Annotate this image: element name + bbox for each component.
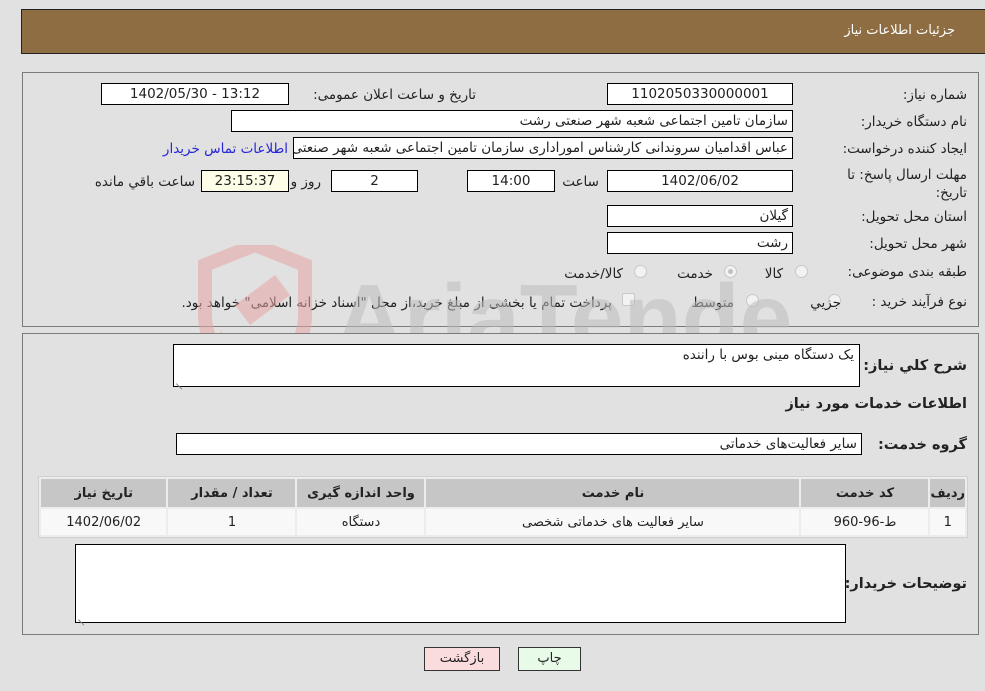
process-option-minor: جزیي [810,295,841,311]
cell-need-date: 1402/06/02 [41,509,167,535]
remaining-time-label: ساعت باقي مانده [94,174,195,190]
cell-row-number: 1 [930,509,965,535]
buyer-org-field: سازمان تامین اجتماعی شعبه شهر صنعتی رشت [231,110,793,132]
col-unit: واحد اندازه گیری [297,479,425,507]
col-need-date: تاریخ نیاز [41,479,167,507]
city-field: رشت [607,232,793,254]
description-textarea[interactable]: یک دستگاه مینی بوس با راننده [173,344,860,387]
creator-label: ایجاد کننده درخواست: [842,141,967,157]
description-text: یک دستگاه مینی بوس با راننده [682,347,854,363]
treasury-checkbox[interactable] [622,293,635,306]
buyer-org-label: نام دستگاه خریدار: [860,114,967,130]
page-header: جزئیات اطلاعات نیاز [21,9,985,54]
print-button[interactable]: چاپ [518,647,581,671]
province-field: گیلان [607,205,793,227]
days-remaining-field: 2 [331,170,418,192]
province-label: استان محل تحویل: [861,209,967,225]
cell-service-name: سایر فعالیت های خدماتی شخصی [426,509,800,535]
category-radio-goods[interactable] [795,265,808,278]
service-group-field: سایر فعالیت‌های خدماتی [176,433,862,455]
announce-datetime-field: 1402/05/30 - 13:12 [101,83,289,105]
announce-label: تاریخ و ساعت اعلان عمومی: [313,87,476,103]
cell-service-code: ط-96-960 [801,509,929,535]
category-option-goods: کالا [764,266,783,282]
buyer-notes-label: توضیحات خریدار: [844,576,967,592]
col-service-name: نام خدمت [426,479,800,507]
city-label: شهر محل تحویل: [869,236,967,252]
cell-quantity: 1 [168,509,296,535]
treasury-note: پرداخت تمام یا بخشی از مبلغ خرید،از محل … [181,295,612,311]
col-service-code: کد خدمت [801,479,929,507]
table-row: 1 ط-96-960 سایر فعالیت های خدماتی شخصی د… [41,509,965,535]
category-radio-goods-service[interactable] [634,265,647,278]
need-number-field: 1102050330000001 [607,83,793,105]
resize-grip-icon[interactable] [78,612,86,620]
services-table: ردیف کد خدمت نام خدمت واحد اندازه گیری ت… [38,476,968,538]
process-radio-medium[interactable] [746,294,759,307]
description-label: شرح کلي نیاز: [863,358,967,374]
buyer-contact-link[interactable]: اطلاعات تماس خریدار [163,141,288,157]
resize-grip-icon[interactable] [176,376,184,384]
deadline-time-field: 14:00 [467,170,555,192]
cell-unit: دستگاه [297,509,425,535]
table-header-row: ردیف کد خدمت نام خدمت واحد اندازه گیری ت… [41,479,965,507]
buyer-notes-textarea[interactable] [75,544,846,623]
deadline-label: مهلت ارسال پاسخ: تا تاریخ: [847,167,967,201]
deadline-time-label: ساعت [562,174,599,190]
back-button[interactable]: بازگشت [424,647,500,671]
category-label: طبقه بندی موضوعی: [847,264,967,280]
creator-field: عباس اقدامیان سروندانی کارشناس امورادارى… [293,137,793,159]
process-label: نوع فرآیند خرید : [871,294,967,310]
deadline-date-field: 1402/06/02 [607,170,793,192]
col-quantity: تعداد / مقدار [168,479,296,507]
col-row-number: ردیف [930,479,965,507]
process-option-medium: متوسط [691,295,734,311]
category-option-service: خدمت [677,266,713,282]
remaining-time-field: 23:15:37 [201,170,289,192]
page-title: جزئیات اطلاعات نیاز [844,23,955,38]
days-label: روز و [290,174,321,190]
service-group-label: گروه خدمت: [877,437,967,453]
category-option-goods-service: کالا/خدمت [564,266,623,282]
services-section-title: اطلاعات خدمات مورد نیاز [785,396,967,412]
need-number-label: شماره نیاز: [902,87,967,103]
category-radio-service[interactable] [724,265,737,278]
